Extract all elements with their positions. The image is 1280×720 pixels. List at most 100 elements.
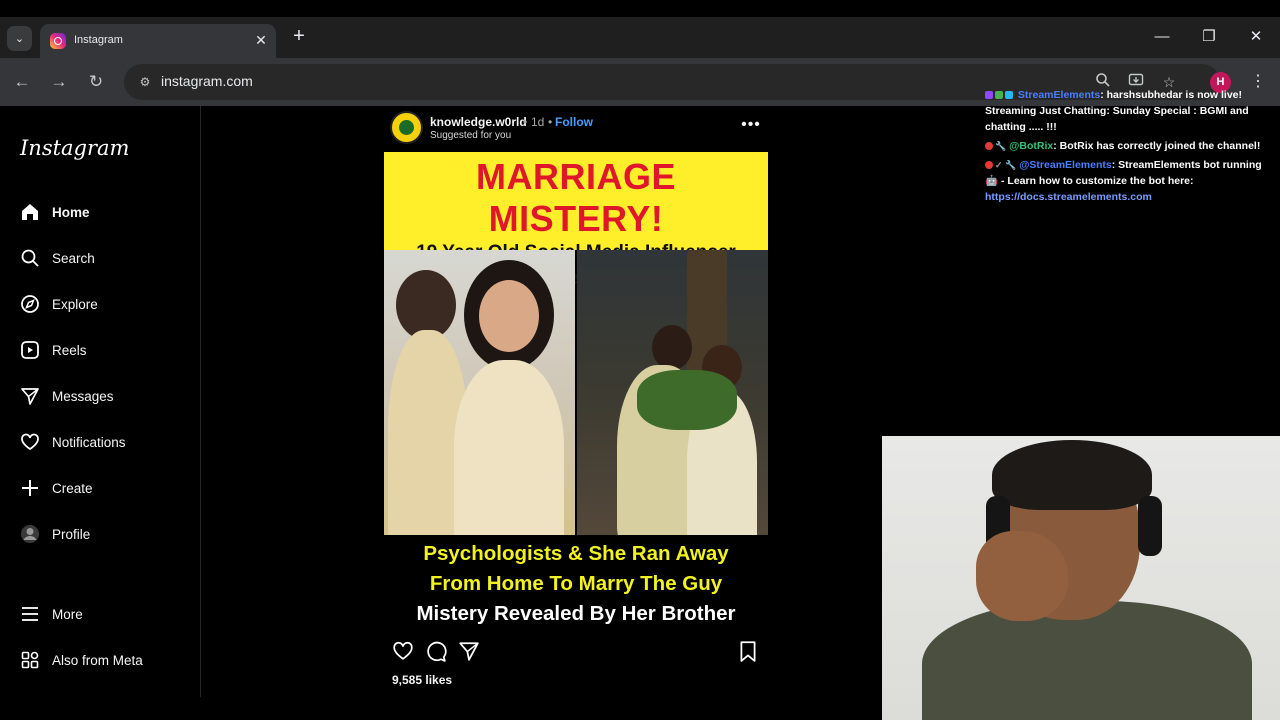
wrench-icon: 🔧 (995, 141, 1007, 151)
instagram-favicon-icon (50, 33, 66, 49)
sidebar-item-home[interactable]: Home (18, 197, 188, 227)
post-time[interactable]: 1d (531, 115, 544, 129)
bottom-black-strip (0, 697, 882, 720)
search-icon (18, 246, 42, 270)
chat-text: : BotRix has correctly joined the channe… (1053, 140, 1261, 152)
chat-author: @StreamElements (1019, 159, 1112, 171)
post-author-avatar[interactable] (390, 111, 423, 144)
chat-text: : StreamElements bot running (1111, 159, 1262, 171)
site-info-icon[interactable]: ⚙ (136, 73, 154, 91)
robot-emoji-icon: 🤖 (985, 175, 999, 187)
send-icon (18, 384, 42, 408)
photo-figure (637, 370, 737, 430)
chat-message: ✓ 🔧 @StreamElements: StreamElements bot … (985, 157, 1275, 205)
hamburger-icon (18, 602, 42, 626)
sidebar-item-label: Reels (52, 342, 87, 358)
like-heart-icon[interactable] (392, 640, 414, 662)
sidebar-item-explore[interactable]: Explore (18, 289, 188, 319)
meta-grid-icon (18, 648, 42, 672)
stream-chat-overlay: StreamElements: harshsubhedar is now liv… (985, 87, 1275, 208)
post-subtitle: Suggested for you (430, 130, 512, 141)
sidebar-item-label: Search (52, 250, 95, 266)
save-bookmark-icon[interactable] (737, 640, 759, 662)
webcam-person-hair (992, 440, 1152, 510)
likes-count[interactable]: 9,585 likes (392, 673, 452, 687)
post-username[interactable]: knowledge.w0rld (430, 115, 527, 129)
sidebar-item-label: Profile (52, 526, 91, 542)
reels-icon (18, 338, 42, 362)
photo-figure (652, 325, 692, 370)
tab-instagram[interactable]: Instagram ✕ (40, 24, 276, 58)
share-icon[interactable] (458, 640, 480, 662)
reload-icon[interactable]: ↻ (84, 70, 108, 94)
post-header: knowledge.w0rld • 1d • Follow Suggested … (390, 111, 768, 147)
post-image[interactable]: MARRIAGE MISTERY! 19 Year Old Social Med… (384, 152, 768, 631)
image-headline: MARRIAGE MISTERY! (476, 156, 676, 239)
sidebar-item-profile[interactable]: Profile (18, 519, 188, 549)
photo-figure (479, 280, 539, 352)
top-black-strip (0, 0, 1280, 17)
image-top-banner: MARRIAGE MISTERY! 19 Year Old Social Med… (384, 152, 768, 289)
verified-badge-icon (1005, 91, 1013, 99)
tab-bar: ⌄ Instagram ✕ + — ❐ ✕ (0, 17, 1280, 58)
forward-icon[interactable]: → (47, 70, 71, 94)
chat-text: - Learn how to customize the bot here: (1001, 175, 1194, 187)
chat-message: StreamElements: harshsubhedar is now liv… (985, 87, 1275, 135)
more-options-icon[interactable]: ••• (740, 116, 762, 134)
heart-icon (18, 430, 42, 454)
bot-badge-icon (995, 91, 1003, 99)
check-icon: ✓ (995, 160, 1003, 170)
sidebar-item-label: More (52, 606, 83, 622)
photo-left (384, 250, 575, 535)
close-window-icon[interactable]: ✕ (1246, 27, 1266, 47)
back-icon[interactable]: ← (10, 70, 34, 94)
restore-icon[interactable]: ❐ (1199, 27, 1219, 47)
close-tab-icon[interactable]: ✕ (253, 32, 269, 48)
post-actions (392, 640, 768, 664)
tab-search-button[interactable]: ⌄ (7, 26, 32, 51)
youtube-badge-icon (985, 161, 993, 169)
image-caption-line-1: Psychologists & She Ran Away (423, 542, 729, 565)
follow-button[interactable]: Follow (555, 115, 593, 129)
compass-icon (18, 292, 42, 316)
sidebar: Instagram Home Search Explore Reels Mess… (0, 106, 201, 697)
tab-title: Instagram (74, 34, 123, 46)
sidebar-item-search[interactable]: Search (18, 243, 188, 273)
youtube-badge-icon (985, 142, 993, 150)
chat-author: @BotRix (1009, 140, 1054, 152)
sidebar-item-reels[interactable]: Reels (18, 335, 188, 365)
separator-dot: • (548, 115, 553, 129)
profile-avatar-icon (18, 522, 42, 546)
photo-right (577, 250, 768, 535)
separator-dot: • (523, 115, 528, 129)
sidebar-item-notifications[interactable]: Notifications (18, 427, 188, 457)
webcam-person-hand (976, 531, 1068, 621)
sidebar-item-label: Explore (52, 296, 98, 312)
new-tab-button[interactable]: + (288, 25, 310, 47)
image-caption-line-2: From Home To Marry The Guy (429, 572, 723, 595)
sidebar-item-label: Create (52, 480, 93, 496)
headphones-icon (1138, 496, 1162, 556)
url-text[interactable]: instagram.com (161, 73, 253, 89)
sidebar-item-label: Home (52, 204, 90, 220)
chat-message: 🔧 @BotRix: BotRix has correctly joined t… (985, 138, 1275, 154)
minimize-icon[interactable]: — (1152, 27, 1172, 47)
sidebar-item-create[interactable]: Create (18, 473, 188, 503)
photo-figure (454, 360, 564, 535)
sidebar-item-also-from-meta[interactable]: Also from Meta (18, 645, 188, 675)
twitch-badge-icon (985, 91, 993, 99)
webcam-overlay (882, 436, 1280, 720)
instagram-logo[interactable]: Instagram (20, 136, 129, 160)
chat-author: StreamElements (1017, 89, 1101, 101)
image-caption-line-3: Mistery Revealed By Her Brother (416, 602, 736, 625)
sidebar-item-label: Messages (52, 388, 114, 404)
sidebar-item-more[interactable]: More (18, 599, 188, 629)
chat-link[interactable]: https://docs.streamelements.com (985, 191, 1152, 203)
sidebar-item-label: Also from Meta (52, 652, 143, 668)
plus-icon (18, 476, 42, 500)
comment-icon[interactable] (425, 640, 447, 662)
sidebar-item-label: Notifications (52, 434, 126, 450)
sidebar-item-messages[interactable]: Messages (18, 381, 188, 411)
wrench-icon: 🔧 (1002, 160, 1017, 170)
image-bottom-caption: Psychologists & She Ran Away From Home T… (384, 535, 768, 631)
